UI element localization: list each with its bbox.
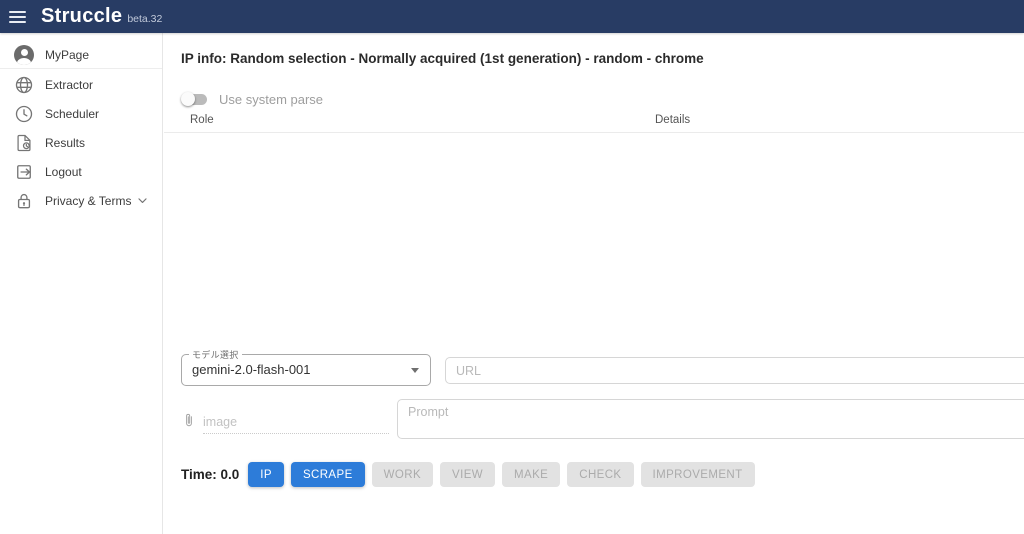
sidebar-item-label: Scheduler <box>45 106 100 121</box>
toggle-thumb <box>181 92 195 106</box>
sidebar-item-label: Results <box>45 135 86 150</box>
work-button[interactable]: WORK <box>371 462 434 487</box>
scrape-button[interactable]: SCRAPE <box>290 462 365 487</box>
paperclip-icon <box>181 411 197 435</box>
sidebar-item-mypage[interactable]: MyPage <box>0 42 162 68</box>
sidebar-item-label: Privacy & Terms <box>45 193 132 208</box>
sidebar-item-label: Logout <box>45 164 82 179</box>
page-title: IP info: Random selection - Normally acq… <box>181 51 704 66</box>
actions-row: Time: 0.0 IP SCRAPE WORK VIEW MAKE CHECK… <box>181 462 762 487</box>
sidebar-divider <box>0 68 162 69</box>
file-clock-icon <box>14 133 34 153</box>
clock-icon <box>14 104 34 124</box>
column-header-role: Role <box>190 114 214 126</box>
view-button[interactable]: VIEW <box>440 462 496 487</box>
globe-icon <box>14 75 34 95</box>
toggle-label: Use system parse <box>219 91 324 107</box>
image-file-input[interactable]: image <box>181 411 389 434</box>
app-version: beta.32 <box>127 13 163 25</box>
lock-icon <box>14 191 34 211</box>
sidebar-item-label: Extractor <box>45 77 94 92</box>
main-content: IP info: Random selection - Normally acq… <box>164 33 1024 534</box>
logout-icon <box>14 162 34 182</box>
make-button[interactable]: MAKE <box>502 462 561 487</box>
image-input-label: image <box>203 415 389 434</box>
check-button[interactable]: CHECK <box>567 462 634 487</box>
use-system-parse-row: Use system parse <box>181 91 324 107</box>
sidebar-item-results[interactable]: Results <box>0 128 162 157</box>
menu-icon[interactable] <box>9 10 26 23</box>
use-system-parse-toggle[interactable] <box>181 92 207 106</box>
ip-button[interactable]: IP <box>248 462 284 487</box>
app-header: Struccle beta.32 <box>0 0 1024 33</box>
avatar-icon <box>14 45 34 65</box>
sidebar-item-label: MyPage <box>45 48 90 62</box>
time-label: Time: 0.0 <box>181 467 240 482</box>
url-input[interactable] <box>445 357 1024 384</box>
column-header-details: Details <box>655 114 691 126</box>
model-select[interactable]: モデル選択 gemini-2.0-flash-001 <box>181 348 431 386</box>
chevron-down-icon[interactable] <box>136 194 149 207</box>
model-select-value: gemini-2.0-flash-001 <box>192 362 311 377</box>
sidebar-item-privacy-terms[interactable]: Privacy & Terms <box>0 186 162 215</box>
sidebar-item-logout[interactable]: Logout <box>0 157 162 186</box>
sidebar: MyPage Extractor Scheduler Results Logou… <box>0 33 163 534</box>
app-window: Struccle beta.32 MyPage Extractor Schedu… <box>0 0 1024 534</box>
app-title: Struccle <box>41 5 123 27</box>
sidebar-item-scheduler[interactable]: Scheduler <box>0 99 162 128</box>
prompt-input[interactable] <box>397 399 1024 439</box>
brand: Struccle beta.32 <box>41 5 162 28</box>
dropdown-arrow-icon <box>411 368 419 373</box>
sidebar-item-extractor[interactable]: Extractor <box>0 70 162 99</box>
table-header: Role Details <box>164 111 1024 133</box>
improvement-button[interactable]: IMPROVEMENT <box>640 462 755 487</box>
